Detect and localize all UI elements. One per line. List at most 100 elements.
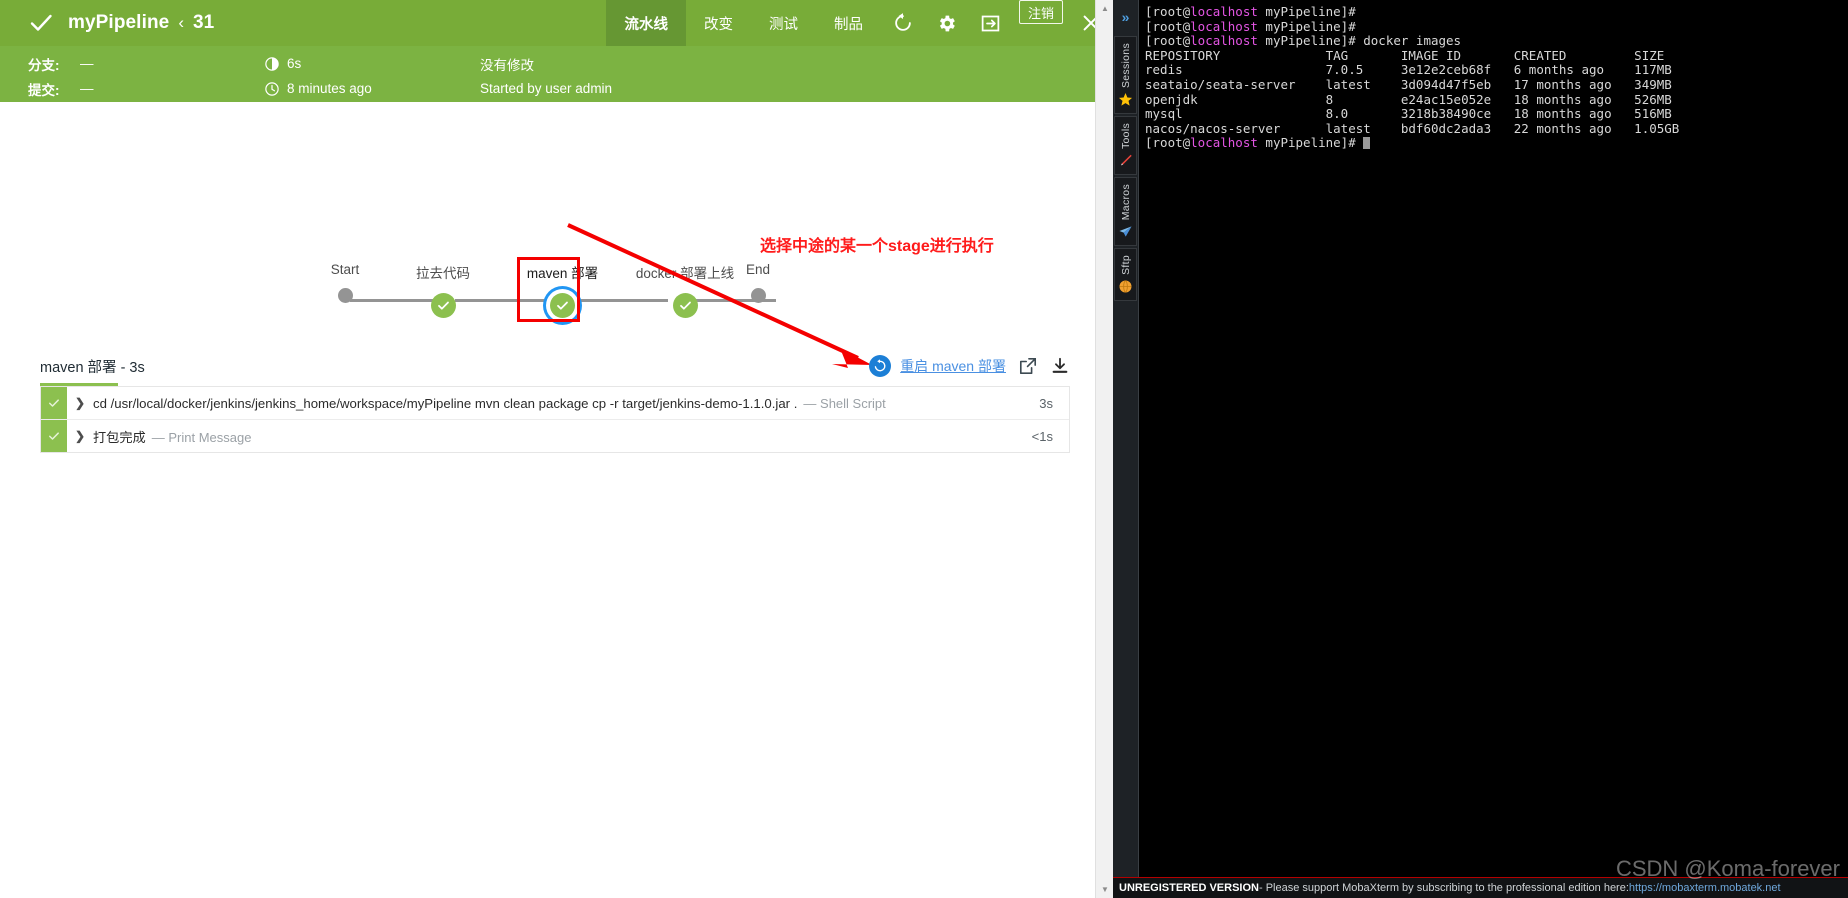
terminal-cursor [1363, 137, 1371, 150]
time-field: 8 minutes ago [265, 81, 480, 96]
status-message: - Please support MobaXterm by subscribin… [1258, 882, 1629, 894]
branch-value: — [80, 56, 94, 71]
pipeline-header: myPipeline ‹ 31 流水线 改变 测试 制品 注销 [0, 0, 1113, 46]
step-type: — Print Message [151, 429, 252, 445]
logout-button[interactable]: 注销 [1018, 0, 1063, 24]
chevron-left-icon[interactable]: ‹ [178, 13, 184, 33]
step-command: cd /usr/local/docker/jenkins/jenkins_hom… [93, 396, 1039, 411]
sidebar-item-macros[interactable]: Macros [1114, 177, 1137, 247]
exit-icon[interactable] [969, 0, 1013, 46]
prompt-host: localhost [1190, 18, 1258, 34]
step-command-text: 打包完成 [93, 429, 146, 445]
chevron-right-icon[interactable]: ❯ [67, 396, 93, 410]
terminal-line: [root@localhost myPipeline]# [1145, 19, 1363, 34]
prompt-tail: myPipeline]# [1257, 18, 1364, 34]
terminal-row: nacos/nacos-server latest bdf60dc2ada3 2… [1145, 120, 1680, 136]
rerun-icon[interactable] [881, 0, 925, 46]
download-icon[interactable] [1050, 356, 1070, 376]
stage-pull-code[interactable]: 拉去代码 [393, 262, 493, 318]
stage-label: End [745, 262, 771, 277]
sidebar-item-tools[interactable]: Tools [1114, 116, 1137, 176]
table-row[interactable]: ❯ cd /usr/local/docker/jenkins/jenkins_h… [41, 386, 1069, 419]
step-status-success [41, 420, 67, 452]
prompt-tail: myPipeline]# [1257, 33, 1364, 49]
meta-row-commit: 提交: — 8 minutes ago Started by user admi… [28, 76, 1113, 101]
stage-label: 拉去代码 [416, 266, 470, 281]
sidebar-item-sessions[interactable]: Sessions [1114, 36, 1137, 115]
external-link-icon[interactable] [1018, 356, 1038, 376]
annotation-text: 选择中途的某一个stage进行执行 [760, 238, 994, 255]
tab-tests[interactable]: 测试 [751, 0, 816, 46]
stage-end[interactable]: End [718, 262, 798, 308]
page-title[interactable]: myPipeline [68, 12, 169, 34]
terminal-line: [root@localhost myPipeline]# [1145, 135, 1371, 151]
step-duration: 3s [1039, 395, 1053, 411]
stage-log-actions: 重启 maven 部署 [869, 355, 1070, 377]
prompt-tail: myPipeline]# [1257, 135, 1364, 151]
table-row[interactable]: ❯ 打包完成 — Print Message <1s [41, 419, 1069, 452]
time-value: 8 minutes ago [287, 81, 372, 96]
star-icon [1118, 92, 1133, 109]
stage-label: maven 部署 [526, 266, 599, 281]
prompt-user: [root@ [1145, 4, 1191, 19]
sidebar-item-label: Sessions [1119, 43, 1132, 89]
mobaxterm-link[interactable]: https://mobaxterm.mobatek.net [1629, 882, 1781, 894]
stage-maven-deploy[interactable]: maven 部署 [500, 262, 625, 318]
duration-icon [265, 56, 287, 71]
screenshot-root: myPipeline ‹ 31 流水线 改变 测试 制品 注销 分支: — 6s… [0, 0, 1848, 898]
restart-stage-button[interactable]: 重启 maven 部署 [869, 355, 1006, 377]
stage-node-end[interactable] [750, 288, 766, 303]
scroll-up-icon[interactable]: ▲ [1096, 0, 1113, 17]
check-icon [28, 10, 54, 36]
started-by-text: Started by user admin [480, 81, 613, 96]
stage-log-section: maven 部署 - 3s 重启 maven 部署 ❯ cd /usr/loca… [40, 355, 1070, 453]
prompt-host: localhost [1190, 4, 1258, 19]
prompt-host: localhost [1190, 135, 1258, 151]
meta-row-branch: 分支: — 6s 没有修改 [28, 51, 1113, 76]
restart-icon [869, 355, 892, 377]
terminal-row: mysql 8.0 3218b38490ce 18 months ago 516… [1145, 106, 1672, 122]
stage-log-header: maven 部署 - 3s 重启 maven 部署 [40, 355, 1070, 383]
run-meta-strip: 分支: — 6s 没有修改 提交: — 8 minutes ago Starte… [0, 46, 1113, 102]
stage-log-title: maven 部署 - 3s [40, 360, 145, 376]
sidebar-item-label: Tools [1119, 123, 1132, 150]
stage-node-success[interactable] [672, 293, 698, 318]
stage-label: Start [330, 262, 360, 277]
terminal-row: redis 7.0.5 3e12e2ceb68f 6 months ago 11… [1145, 62, 1672, 78]
pipeline-header-left: myPipeline ‹ 31 [0, 10, 214, 36]
mobaxterm-sidebar: » Sessions Tools Macros Sftp [1113, 0, 1139, 877]
tab-pipeline[interactable]: 流水线 [606, 0, 686, 46]
stage-start[interactable]: Start [305, 262, 385, 308]
prompt-user: [root@ [1145, 18, 1191, 34]
chevron-right-icon[interactable]: ❯ [67, 429, 93, 443]
jenkins-blueocean-pane: myPipeline ‹ 31 流水线 改变 测试 制品 注销 分支: — 6s… [0, 0, 1113, 898]
terminal-output[interactable]: [root@localhost myPipeline]# [root@local… [1139, 0, 1848, 877]
chevron-double-right-icon[interactable]: » [1113, 0, 1138, 34]
sidebar-item-sftp[interactable]: Sftp [1114, 248, 1137, 302]
stage-node-success-selected[interactable] [550, 293, 575, 318]
step-duration: <1s [1031, 428, 1053, 444]
terminal-row: seataio/seata-server latest 3d094d47f5eb… [1145, 76, 1672, 92]
vertical-scrollbar[interactable]: ▲ ▼ [1095, 0, 1113, 898]
restart-stage-label: 重启 maven 部署 [900, 358, 1006, 374]
sidebar-item-label: Sftp [1119, 255, 1132, 276]
pipeline-header-actions: 流水线 改变 测试 制品 注销 [606, 0, 1113, 46]
step-command-text: cd /usr/local/docker/jenkins/jenkins_hom… [93, 395, 798, 411]
duration-value: 6s [287, 56, 302, 71]
duration-field: 6s [265, 56, 480, 71]
step-status-success [41, 387, 67, 419]
tab-changes[interactable]: 改变 [686, 0, 751, 46]
sidebar-item-label: Macros [1119, 184, 1132, 221]
step-command: 打包完成 — Print Message [93, 427, 1032, 446]
changes-text: 没有修改 [480, 57, 534, 73]
tab-artifacts[interactable]: 制品 [816, 0, 881, 46]
gear-icon[interactable] [925, 0, 969, 46]
scroll-down-icon[interactable]: ▼ [1096, 881, 1113, 898]
step-type: — Shell Script [803, 395, 886, 411]
stage-node-success[interactable] [430, 293, 456, 318]
terminal-command: docker images [1363, 33, 1462, 49]
prompt-host: localhost [1190, 33, 1258, 49]
commit-value: — [80, 81, 94, 96]
terminal-row: openjdk 8 e24ac15e052e 18 months ago 526… [1145, 91, 1672, 107]
stage-node-start[interactable] [337, 288, 353, 303]
